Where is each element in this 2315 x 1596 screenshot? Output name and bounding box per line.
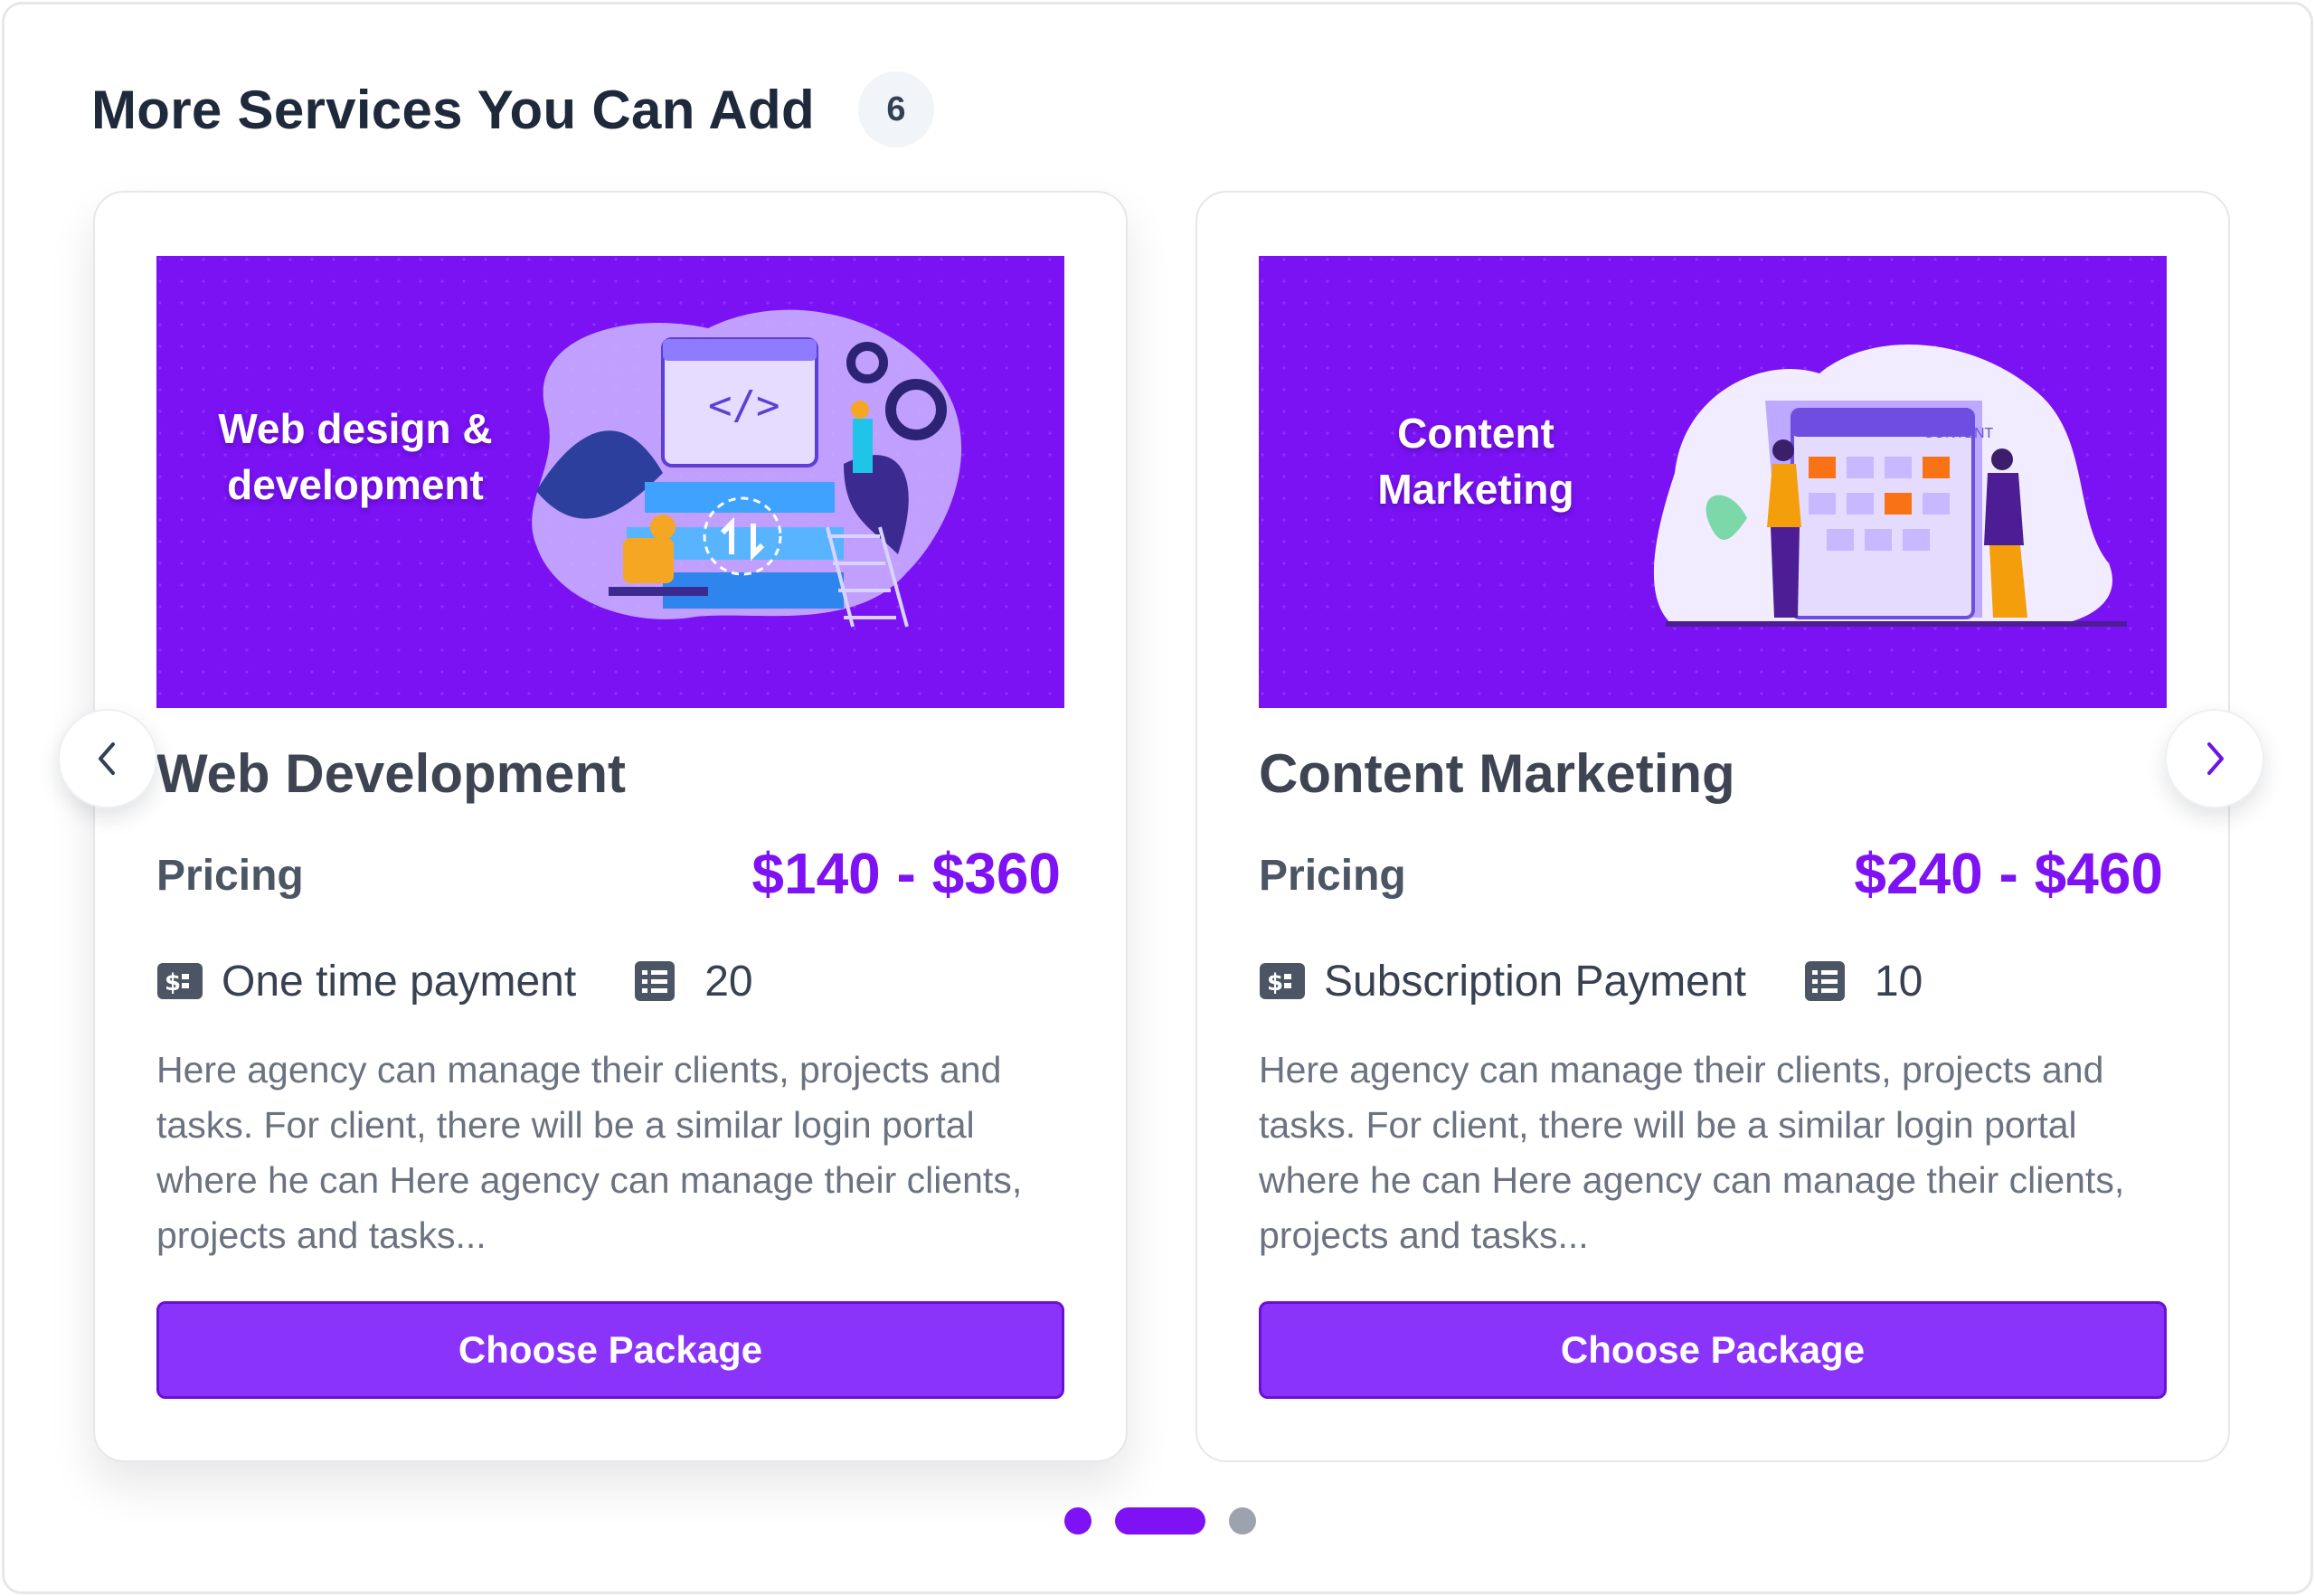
service-banner-image: CONTENT Content Marketing bbox=[1259, 256, 2167, 708]
banner-caption-line: Marketing bbox=[1377, 466, 1574, 513]
payment-card-icon: $ bbox=[1259, 961, 1306, 1001]
carousel-pagination bbox=[1064, 1507, 1256, 1535]
service-card-web-development: </> Web design & development Web Develop… bbox=[93, 191, 1128, 1462]
panel-header: More Services You Can Add 6 bbox=[91, 70, 934, 149]
carousel-prev-button[interactable] bbox=[58, 709, 157, 808]
banner-caption: Web design & development bbox=[193, 401, 518, 513]
banner-caption-line: Web design & bbox=[218, 405, 493, 452]
banner-board-label: CONTENT bbox=[1923, 426, 1994, 441]
list-icon bbox=[634, 960, 676, 1002]
price-range: $140 - $360 bbox=[751, 841, 1061, 906]
carousel-next-button[interactable] bbox=[2165, 709, 2264, 808]
choose-package-button[interactable]: Choose Package bbox=[156, 1301, 1064, 1399]
svg-text:$: $ bbox=[1267, 969, 1283, 996]
payment-type: One time payment bbox=[222, 957, 577, 1006]
carousel-dot[interactable] bbox=[1064, 1507, 1091, 1535]
quantity-value: 20 bbox=[704, 957, 753, 1006]
service-title: Web Development bbox=[156, 743, 626, 804]
chevron-right-icon bbox=[2207, 742, 2224, 775]
service-title: Content Marketing bbox=[1259, 743, 1735, 804]
service-description: Here agency can manage their clients, pr… bbox=[156, 1049, 1023, 1256]
svg-text:</>: </> bbox=[708, 382, 780, 429]
price-range: $240 - $460 bbox=[1854, 841, 2163, 906]
banner-caption-line: development bbox=[227, 461, 484, 508]
payment-type: Subscription Payment bbox=[1324, 957, 1746, 1006]
choose-package-button[interactable]: Choose Package bbox=[1259, 1301, 2167, 1399]
service-banner-image: </> Web design & development bbox=[156, 256, 1064, 708]
service-card-content-marketing: CONTENT Content Marketing Content Market… bbox=[1195, 191, 2230, 1462]
pricing-label: Pricing bbox=[1259, 852, 1406, 900]
quantity-value: 10 bbox=[1874, 957, 1923, 1006]
banner-caption-line: Content bbox=[1397, 410, 1554, 457]
payment-card-icon: $ bbox=[156, 961, 203, 1001]
list-icon bbox=[1804, 960, 1846, 1002]
services-panel: More Services You Can Add 6 </> Web desi… bbox=[2, 2, 2313, 1594]
services-count-badge: 6 bbox=[857, 71, 934, 147]
service-description: Here agency can manage their clients, pr… bbox=[1259, 1049, 2125, 1256]
chevron-left-icon bbox=[99, 742, 115, 775]
carousel-dot[interactable] bbox=[1229, 1507, 1256, 1535]
service-meta: $ Subscription Payment 10 bbox=[1259, 952, 1923, 1010]
svg-text:$: $ bbox=[165, 969, 181, 996]
carousel-dot-active[interactable] bbox=[1115, 1507, 1205, 1535]
page-title: More Services You Can Add bbox=[91, 79, 815, 140]
banner-caption: Content Marketing bbox=[1331, 405, 1620, 517]
service-meta: $ One time payment 20 bbox=[156, 952, 753, 1010]
pricing-label: Pricing bbox=[156, 852, 304, 900]
